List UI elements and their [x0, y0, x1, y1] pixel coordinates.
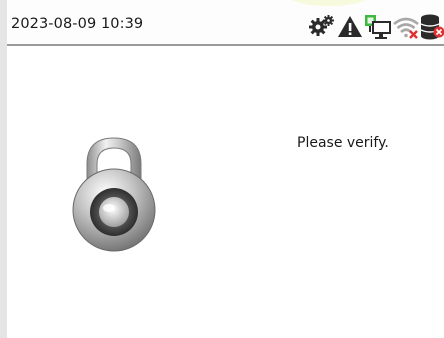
padlock-icon: [72, 137, 156, 252]
wifi-disconnected-icon: [393, 17, 419, 39]
network-icon: [365, 15, 391, 39]
device-screen: 2023-08-09 10:39 Please verify.: [0, 0, 444, 338]
gear-icon: [309, 15, 334, 36]
verify-prompt: Please verify.: [297, 135, 389, 151]
left-bezel: [0, 0, 7, 338]
warning-icon: [338, 16, 362, 37]
datetime-label: 2023-08-09 10:39: [11, 16, 144, 32]
status-bar: 2023-08-09 10:39: [7, 0, 444, 46]
main-content: Please verify.: [7, 46, 444, 338]
database-icon: [420, 14, 444, 40]
status-icons: [308, 14, 444, 40]
